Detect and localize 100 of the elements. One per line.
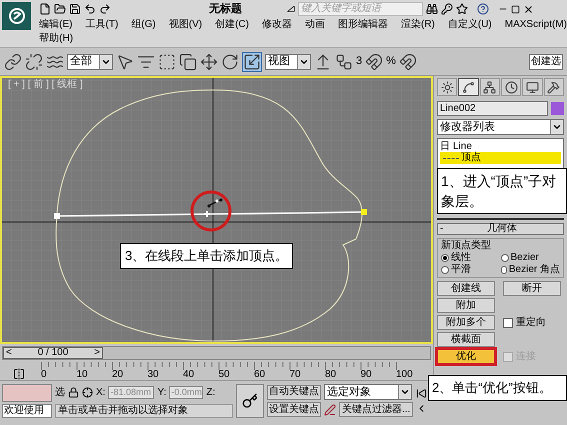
command-button[interactable]: 优化: [437, 349, 495, 364]
command-button[interactable]: 附加: [437, 298, 495, 313]
transform-mode-icon[interactable]: [82, 387, 93, 398]
snap-label: %: [386, 54, 396, 70]
lock-icon[interactable]: [68, 387, 79, 398]
key-curve-icon[interactable]: [324, 404, 336, 416]
menu-item[interactable]: 组(G): [131, 20, 156, 30]
help-icon[interactable]: [477, 3, 490, 15]
manipulate-icon[interactable]: [335, 52, 353, 70]
object-color-swatch[interactable]: [551, 102, 564, 115]
cursor-icon: [203, 198, 222, 218]
move-icon[interactable]: [200, 52, 218, 70]
modifier-list-dropdown[interactable]: 修改器列表: [437, 119, 564, 135]
save-icon[interactable]: [69, 3, 82, 15]
scale-icon[interactable]: [243, 52, 261, 70]
radio-option[interactable]: 平滑: [441, 265, 500, 275]
next-frame-button[interactable]: >: [92, 348, 102, 358]
command-button[interactable]: 断开: [503, 281, 561, 296]
panel-tab[interactable]: [458, 78, 479, 96]
panel-tab[interactable]: [522, 78, 543, 96]
frame-number: 70: [290, 370, 301, 380]
go-to-start-icon[interactable]: [416, 388, 428, 398]
menu-item[interactable]: 视图(V): [168, 20, 202, 30]
menu-item[interactable]: 工具(T): [86, 20, 118, 30]
menu-item[interactable]: 动画: [304, 20, 325, 30]
named-selection-field[interactable]: 创建选: [529, 54, 563, 70]
selection-filter-dropdown[interactable]: 全部: [67, 54, 113, 70]
open-folder-icon[interactable]: [54, 3, 66, 15]
menu-item[interactable]: 图形编辑器: [338, 20, 388, 30]
reference-coordinate-dropdown[interactable]: 视图: [265, 54, 311, 70]
panel-tab[interactable]: [480, 78, 500, 96]
selection-region-icon[interactable]: [158, 52, 176, 70]
radio-option[interactable]: 线性: [441, 253, 500, 263]
stack-item[interactable]: 顶点: [440, 152, 561, 164]
rollout-header[interactable]: - 几何体: [437, 223, 564, 235]
collapse-toggle[interactable]: 日: [440, 142, 450, 152]
radio-option[interactable]: Bezier: [500, 253, 560, 263]
menu-item[interactable]: 修改器: [262, 20, 292, 30]
panel-tab[interactable]: [437, 78, 458, 96]
frame-number: 20: [112, 370, 124, 380]
new-file-icon[interactable]: [39, 3, 52, 15]
curve-icon: [462, 80, 475, 94]
undo-icon[interactable]: [84, 3, 96, 15]
frame-number: 40: [183, 370, 194, 380]
panel-tab[interactable]: [544, 78, 564, 96]
stack-item[interactable]: 日 Line: [440, 141, 561, 152]
auto-key-button[interactable]: 自动关键点: [267, 384, 321, 400]
annotation-callout: 3、在线段上单击添加顶点。: [120, 243, 294, 269]
checkbox[interactable]: 重定向: [503, 318, 546, 328]
unlink-icon[interactable]: [25, 52, 43, 70]
frame-number: 60: [254, 370, 266, 380]
binoculars-icon[interactable]: [426, 3, 438, 15]
menu-item[interactable]: 编辑(E): [39, 20, 73, 30]
menu-item[interactable]: 自定义(U): [448, 20, 492, 30]
panel-tab[interactable]: [500, 78, 522, 96]
key-icon: [242, 392, 258, 408]
hammer-icon: [547, 80, 560, 94]
radio-option[interactable]: Bezier 角点: [500, 265, 560, 275]
key-icon[interactable]: [441, 3, 454, 15]
rotate-icon[interactable]: [221, 52, 239, 70]
clock-icon: [504, 80, 518, 94]
annotation-callout: 2、单击“优化”按钮。: [428, 375, 567, 401]
command-button[interactable]: 创建线: [437, 281, 495, 296]
set-key-mode-button[interactable]: [236, 384, 264, 418]
command-button[interactable]: 横截面: [437, 332, 495, 347]
prev-frame-button[interactable]: <: [4, 348, 14, 358]
object-name-field[interactable]: Line002: [437, 101, 548, 116]
star-icon[interactable]: [456, 3, 468, 15]
annotation-callout: 1、进入“顶点”子对象层。: [437, 168, 567, 214]
listener-field[interactable]: [2, 384, 52, 402]
key-filters-button[interactable]: 关键点过滤器...: [339, 402, 414, 417]
window-title: 无标题: [209, 2, 244, 17]
frame-number: 80: [325, 370, 336, 380]
menu-item[interactable]: 帮助(H): [39, 34, 74, 44]
magnet-icon[interactable]: [398, 52, 417, 70]
key-mode-dropdown[interactable]: 选定对象: [324, 384, 412, 400]
command-button[interactable]: 附加多个: [437, 315, 495, 330]
stack-label: Line: [453, 142, 472, 152]
monitor-icon: [526, 80, 539, 94]
set-key-button[interactable]: 设置关键点: [267, 402, 321, 417]
sun-icon: [440, 80, 454, 94]
time-slider-thumb[interactable]: < 0 / 100 >: [3, 347, 103, 359]
link-icon[interactable]: [4, 52, 22, 70]
expand-arrow-icon[interactable]: [287, 5, 296, 13]
close-icon[interactable]: [523, 4, 534, 14]
menu-item[interactable]: MAXScript(M): [504, 20, 567, 30]
window-crossing-icon[interactable]: [179, 52, 197, 70]
x-label: X:: [96, 386, 106, 400]
menu-item[interactable]: 渲染(R): [400, 20, 435, 30]
magnet-icon[interactable]: [365, 52, 384, 70]
redo-icon[interactable]: [99, 3, 112, 15]
rollout-toggle[interactable]: -: [440, 224, 444, 234]
z-label: Z:: [206, 386, 216, 400]
frame-number: 100: [396, 370, 413, 380]
menu-item[interactable]: 创建(C): [215, 20, 249, 30]
welcome-field[interactable]: 欢迎使用: [2, 404, 52, 418]
maximize-icon[interactable]: [511, 4, 520, 14]
app-logo[interactable]: [2, 2, 32, 30]
pointer-icon[interactable]: [116, 52, 134, 70]
pivot-icon[interactable]: [314, 52, 332, 70]
